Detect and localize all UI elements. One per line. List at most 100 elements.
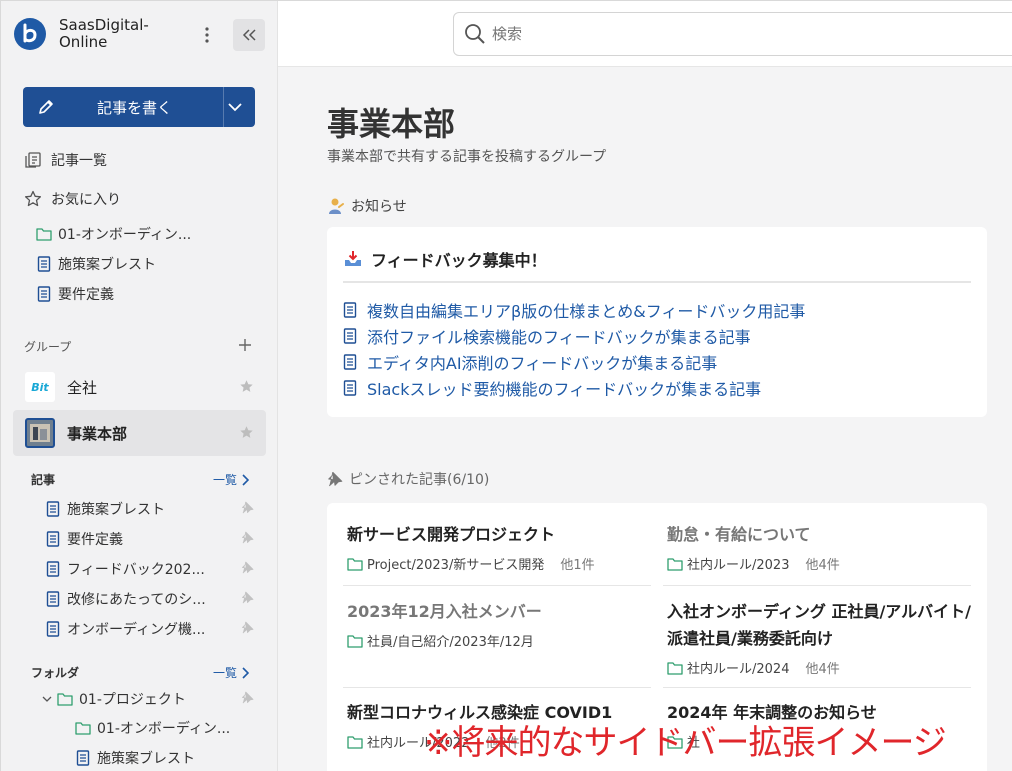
- document-icon: [45, 501, 61, 517]
- document-icon: [343, 328, 357, 344]
- chevron-down-icon[interactable]: [41, 695, 53, 703]
- pin-icon[interactable]: [241, 691, 254, 704]
- brand-logo-icon: [13, 17, 47, 51]
- pinned-article-path[interactable]: Project/2023/新サービス開発: [367, 554, 544, 573]
- notice-link-text: Slackスレッド要約機能のフィードバックが集まる記事: [367, 380, 762, 399]
- notice-link-text: 添付ファイル検索機能のフィードバックが集まる記事: [367, 328, 751, 347]
- notice-link[interactable]: 添付ファイル検索機能のフィードバックが集まる記事: [343, 324, 751, 348]
- write-article-label: 記事を書く: [97, 99, 173, 117]
- pinned-article-path[interactable]: 社員/自己紹介/2023年/12月: [367, 631, 534, 650]
- pinned-article[interactable]: 新サービス開発プロジェクト Project/2023/新サービス開発 他1件: [347, 521, 652, 573]
- see-all-label: 一覧: [213, 473, 238, 487]
- notice-link-text: 複数自由編集エリアβ版の仕様まとめ&フィードバック用記事: [367, 302, 806, 321]
- notice-link[interactable]: 複数自由編集エリアβ版の仕様まとめ&フィードバック用記事: [343, 298, 805, 322]
- articles-heading: 記事: [31, 473, 56, 487]
- see-all-label: 一覧: [213, 666, 238, 680]
- notice-link[interactable]: エディタ内AI添削のフィードバックが集まる記事: [343, 350, 717, 374]
- group-item-jigyohonbu[interactable]: 事業本部: [13, 410, 266, 456]
- divider: [663, 687, 971, 688]
- pin-icon[interactable]: [241, 621, 254, 634]
- notice-link[interactable]: Slackスレッド要約機能のフィードバックが集まる記事: [343, 376, 761, 400]
- pinned-item-count: 他4件: [805, 662, 840, 677]
- sidebar-article-item[interactable]: 施策案ブレスト: [45, 498, 165, 520]
- group-logo-text: Bit: [31, 380, 49, 394]
- pinned-article[interactable]: 勤怠・有給について 社内ルール/2023 他4件: [667, 521, 972, 573]
- favorite-item-label: 要件定義: [58, 287, 114, 303]
- star-filled-icon[interactable]: [239, 425, 254, 440]
- folder-icon: [36, 227, 52, 241]
- divider: [343, 585, 651, 586]
- folders-see-all-link[interactable]: 一覧: [213, 664, 250, 681]
- add-group-icon[interactable]: [237, 337, 253, 353]
- folder-item-label: 01-プロジェクト: [79, 692, 186, 708]
- star-filled-icon[interactable]: [239, 379, 254, 394]
- folder-item-label: 施策案ブレスト: [97, 751, 195, 767]
- inbox-tray-icon: [343, 250, 363, 268]
- pin-icon[interactable]: [241, 591, 254, 604]
- pinned-article-path[interactable]: 社内ルール/2024: [687, 658, 789, 677]
- folder-item[interactable]: 施策案ブレスト: [75, 747, 195, 769]
- pin-icon[interactable]: [241, 501, 254, 514]
- favorite-item[interactable]: 施策案ブレスト: [36, 253, 156, 275]
- document-icon: [45, 621, 61, 637]
- pin-icon[interactable]: [241, 561, 254, 574]
- notice-card: フィードバック募集中！ 複数自由編集エリアβ版の仕様まとめ&フィードバック用記事…: [327, 227, 987, 417]
- folder-icon: [75, 721, 91, 735]
- pinned-article-path[interactable]: 社内ルール/2023: [687, 554, 789, 573]
- folder-item[interactable]: 01-オンボーディン...: [75, 717, 230, 739]
- group-item-zensha[interactable]: Bit 全社: [13, 364, 266, 410]
- favorite-item-label: 01-オンボーディン...: [58, 227, 192, 243]
- sidebar-article-item[interactable]: フィードバック202...: [45, 558, 205, 580]
- nav-favorites[interactable]: お気に入り: [23, 188, 121, 210]
- search-input[interactable]: [492, 25, 972, 43]
- pinned-article-title: 新サービス開発プロジェクト: [347, 525, 556, 544]
- articles-see-all-link[interactable]: 一覧: [213, 471, 250, 488]
- articles-icon: [23, 151, 43, 169]
- chevron-right-icon: [241, 666, 250, 679]
- divider: [663, 585, 971, 586]
- group-logo-icon: Bit: [25, 372, 55, 402]
- sidebar-article-label: 要件定義: [67, 532, 123, 548]
- pinned-article-meta: 社内ルール/2023 他4件: [667, 554, 972, 573]
- sidebar-article-item[interactable]: 要件定義: [45, 528, 123, 550]
- sidebar-article-item[interactable]: オンボーディング機...: [45, 618, 205, 640]
- pinned-article-title: 2023年12月入社メンバー: [347, 602, 542, 621]
- overlay-caption: ※将来的なサイドバー拡張イメージ: [424, 723, 947, 763]
- collapse-sidebar-button[interactable]: [233, 19, 265, 51]
- sidebar-article-label: 改修にあたってのシ...: [67, 592, 206, 608]
- pinned-article-meta: Project/2023/新サービス開発 他1件: [347, 554, 652, 573]
- folder-icon: [347, 634, 363, 648]
- favorite-item[interactable]: 01-オンボーディン...: [36, 223, 191, 245]
- pinned-item-count: 他4件: [805, 558, 840, 573]
- brand-name: SaasDigital-Online: [59, 16, 149, 51]
- document-icon: [45, 591, 61, 607]
- pin-icon: [327, 471, 343, 487]
- sidebar: SaasDigital-Online 記事を書く 記事一覧 お気に入り 01-オ…: [1, 1, 278, 771]
- notice-title: フィードバック募集中！: [343, 247, 547, 271]
- person-tipping-hand-icon: [327, 197, 345, 215]
- brand[interactable]: SaasDigital-Online: [13, 17, 169, 51]
- notice-heading: お知らせ: [327, 196, 407, 216]
- document-icon: [45, 531, 61, 547]
- pencil-icon: [37, 98, 55, 116]
- sidebar-article-item[interactable]: 改修にあたってのシ...: [45, 588, 206, 610]
- document-icon: [75, 750, 91, 766]
- document-icon: [343, 302, 357, 318]
- folder-item[interactable]: 01-プロジェクト: [41, 688, 186, 710]
- nav-articles[interactable]: 記事一覧: [23, 149, 107, 171]
- nav-articles-label: 記事一覧: [51, 153, 107, 169]
- group-photo-icon: [25, 418, 55, 448]
- double-chevron-left-icon: [242, 29, 256, 41]
- chevron-down-icon[interactable]: [227, 99, 243, 115]
- pin-icon[interactable]: [241, 531, 254, 544]
- more-options-icon[interactable]: [197, 23, 217, 47]
- write-article-button[interactable]: 記事を書く: [23, 87, 255, 127]
- pinned-article[interactable]: 入社オンボーディング 正社員/アルバイト/派遣社員/業務委託向け 社内ルール/2…: [667, 598, 972, 677]
- folder-icon: [667, 661, 683, 675]
- favorite-item[interactable]: 要件定義: [36, 283, 114, 305]
- divider: [343, 687, 651, 688]
- search-box[interactable]: [453, 12, 1012, 56]
- folder-item-label: 01-オンボーディン...: [97, 721, 231, 737]
- main-content: 事業本部 事業本部で共有する記事を投稿するグループ お知らせ フィードバック募集…: [278, 1, 1012, 771]
- pinned-article[interactable]: 2023年12月入社メンバー 社員/自己紹介/2023年/12月: [347, 598, 652, 650]
